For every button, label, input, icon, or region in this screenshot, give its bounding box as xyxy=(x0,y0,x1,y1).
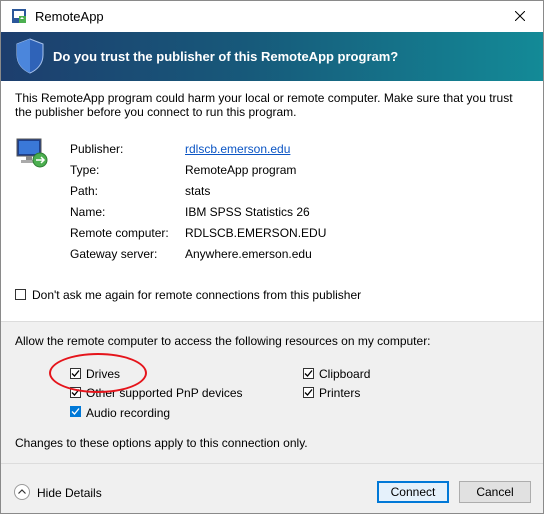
publisher-link[interactable]: rdlscb.emerson.edu xyxy=(185,142,290,156)
name-value: IBM SPSS Statistics 26 xyxy=(185,205,310,219)
details-panel: This RemoteApp program could harm your l… xyxy=(1,81,543,322)
changes-note: Changes to these options apply to this c… xyxy=(15,436,308,450)
printers-label[interactable]: Printers xyxy=(319,386,360,400)
hide-details-link[interactable]: Hide Details xyxy=(37,486,102,500)
drives-checkbox[interactable] xyxy=(70,368,81,379)
gateway-server-label: Gateway server: xyxy=(70,247,158,261)
remote-computer-label: Remote computer: xyxy=(70,226,169,240)
publisher-label: Publisher: xyxy=(70,142,124,156)
shield-icon xyxy=(15,38,45,74)
remoteapp-icon xyxy=(11,8,27,24)
dont-ask-checkbox[interactable] xyxy=(15,289,26,300)
name-label: Name: xyxy=(70,205,106,219)
chevron-up-icon[interactable] xyxy=(14,484,30,500)
window-title: RemoteApp xyxy=(35,9,104,24)
remoteapp-dialog: RemoteApp Do you trust the publisher of … xyxy=(0,0,544,514)
remote-computer-icon xyxy=(15,136,49,170)
close-icon xyxy=(514,10,526,24)
clipboard-checkbox[interactable] xyxy=(303,368,314,379)
pnp-devices-label[interactable]: Other supported PnP devices xyxy=(86,386,243,400)
gateway-server-value: Anywhere.emerson.edu xyxy=(185,247,312,261)
audio-recording-label[interactable]: Audio recording xyxy=(86,406,170,420)
trust-banner: Do you trust the publisher of this Remot… xyxy=(1,32,543,81)
type-label: Type: xyxy=(70,163,100,177)
remote-computer-value: RDLSCB.EMERSON.EDU xyxy=(185,226,327,240)
close-button[interactable] xyxy=(497,1,543,32)
clipboard-label[interactable]: Clipboard xyxy=(319,367,370,381)
banner-heading: Do you trust the publisher of this Remot… xyxy=(53,49,399,64)
title-bar: RemoteApp xyxy=(1,1,543,32)
path-value: stats xyxy=(185,184,211,198)
path-label: Path: xyxy=(70,184,99,198)
cancel-button-label: Cancel xyxy=(476,485,514,499)
connect-button[interactable]: Connect xyxy=(377,481,449,503)
footer-divider xyxy=(1,463,543,464)
pnp-devices-checkbox[interactable] xyxy=(70,387,81,398)
audio-recording-checkbox[interactable] xyxy=(70,406,81,417)
type-value: RemoteApp program xyxy=(185,163,297,177)
warning-text: This RemoteApp program could harm your l… xyxy=(15,91,513,119)
resources-heading: Allow the remote computer to access the … xyxy=(15,334,431,348)
connect-button-label: Connect xyxy=(390,485,436,499)
dont-ask-label[interactable]: Don't ask me again for remote connection… xyxy=(32,288,361,302)
drives-label[interactable]: Drives xyxy=(86,367,120,381)
cancel-button[interactable]: Cancel xyxy=(459,481,531,503)
printers-checkbox[interactable] xyxy=(303,387,314,398)
